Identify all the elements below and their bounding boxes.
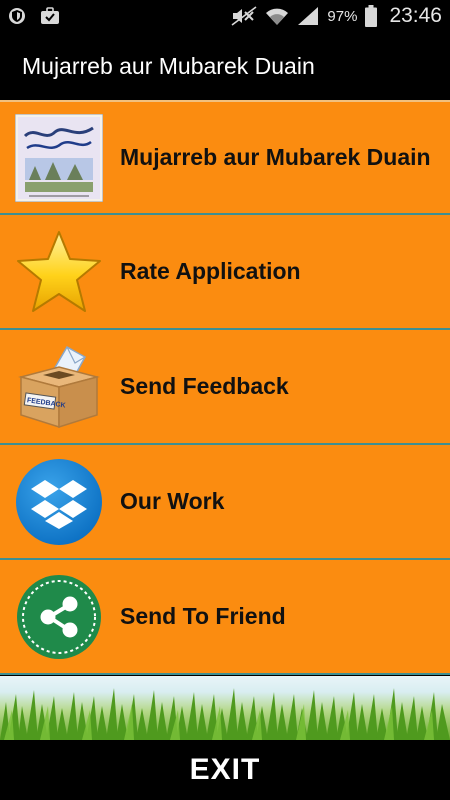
star-icon <box>14 227 104 317</box>
briefcase-icon <box>40 7 60 25</box>
battery-icon <box>365 5 378 27</box>
app-title: Mujarreb aur Mubarek Duain <box>22 52 315 79</box>
battery-percent: 97% <box>327 7 358 25</box>
menu-label-our-work: Our Work <box>120 488 225 514</box>
mute-icon <box>231 6 257 26</box>
clock: 23:46 <box>389 4 442 27</box>
status-left-icons <box>8 7 60 25</box>
exit-button[interactable]: EXIT <box>0 740 450 800</box>
status-bar: 97% 23:46 <box>0 0 450 32</box>
menu-item-our-work[interactable]: Our Work <box>0 445 450 560</box>
dropbox-icon <box>14 457 104 547</box>
grass-decoration <box>0 676 450 740</box>
feedback-box-icon: FEEDBACK <box>14 342 104 432</box>
menu-item-duain[interactable]: Mujarreb aur Mubarek Duain <box>0 100 450 215</box>
book-cover-icon <box>14 113 104 203</box>
status-right-icons: 97% 23:46 <box>231 4 442 28</box>
menu-label-duain: Mujarreb aur Mubarek Duain <box>120 144 431 170</box>
menu-label-send-friend: Send To Friend <box>120 603 286 629</box>
shield-icon <box>8 7 26 25</box>
menu-item-rate[interactable]: Rate Application <box>0 215 450 330</box>
main-menu: Mujarreb aur Mubarek Duain Rate Applicat… <box>0 100 450 675</box>
app-bar: Mujarreb aur Mubarek Duain <box>0 32 450 100</box>
menu-label-feedback: Send Feedback <box>120 373 289 399</box>
exit-label: EXIT <box>189 753 261 786</box>
menu-item-send-friend[interactable]: Send To Friend <box>0 560 450 675</box>
share-icon <box>14 572 104 662</box>
menu-label-rate: Rate Application <box>120 258 301 284</box>
signal-icon <box>297 6 319 26</box>
menu-item-feedback[interactable]: FEEDBACK Send Feedback <box>0 330 450 445</box>
wifi-icon <box>265 6 289 26</box>
